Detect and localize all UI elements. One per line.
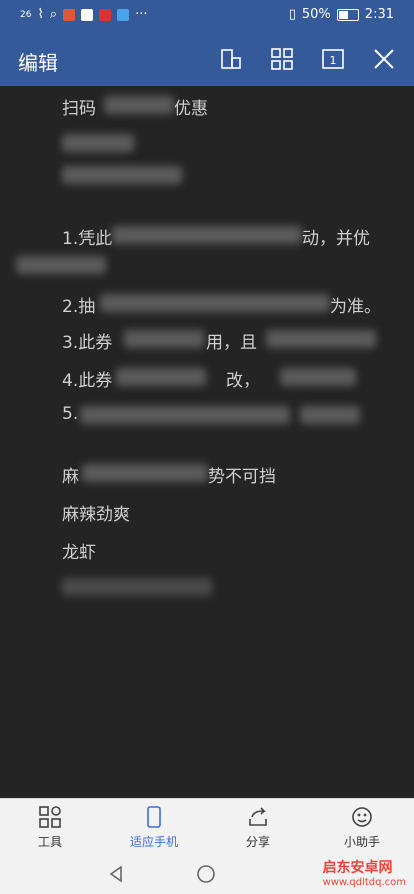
page-count-icon[interactable]: 1 — [320, 46, 346, 72]
fit-phone-button[interactable]: 适应手机 — [114, 799, 194, 855]
fit-phone-label: 适应手机 — [129, 835, 178, 849]
back-icon[interactable] — [106, 864, 126, 888]
system-nav-bar: 启东安卓网 www.qdltdq.com — [0, 855, 414, 894]
more-icon: ··· — [135, 7, 148, 22]
svg-text:1: 1 — [330, 54, 337, 67]
app-bar: 编辑 1 — [0, 32, 414, 86]
assistant-icon — [352, 807, 372, 827]
doc-line: 5. — [62, 404, 79, 424]
assistant-button[interactable]: 小助手 — [322, 799, 402, 855]
phone-icon — [147, 806, 161, 828]
doc-line: 1.凭此 — [62, 229, 113, 249]
app-icon-1 — [63, 8, 76, 21]
battery-icon — [336, 8, 359, 21]
doc-line: 麻 — [62, 467, 79, 487]
app-icon-3 — [99, 8, 112, 21]
vibrate-icon: ▯ — [288, 7, 296, 22]
signal-icon: 26 — [20, 9, 32, 20]
assistant-label: 小助手 — [343, 835, 380, 849]
search-icon: ⌕ — [49, 7, 58, 22]
doc-line: 2.抽 — [62, 297, 96, 317]
doc-line: 改， — [226, 371, 260, 391]
share-icon — [249, 807, 267, 826]
app-icon-2 — [81, 8, 94, 21]
doc-line: 用，且 — [206, 333, 257, 353]
clock: 2:31 — [364, 7, 394, 22]
doc-line: 扫码 — [62, 99, 96, 119]
tools-icon — [39, 806, 61, 828]
home-icon[interactable] — [196, 864, 216, 888]
document-view[interactable]: 扫码 优惠 1.凭此 动，并优 2.抽 为准。 3.此券 用，且 4.此券 改，… — [0, 86, 414, 798]
doc-line: 优惠 — [174, 99, 208, 119]
doc-line: 动，并优 — [302, 229, 370, 249]
app-icon-4 — [117, 8, 130, 21]
doc-line: 4.此券 — [62, 371, 113, 391]
close-icon[interactable] — [371, 46, 397, 72]
wifi-icon: ⌇ — [37, 7, 44, 22]
doc-line: 为准。 — [330, 297, 381, 317]
bottom-toolbar: 工具 适应手机 分享 小助手 — [0, 798, 414, 855]
tools-label: 工具 — [37, 835, 62, 849]
doc-line: 势不可挡 — [208, 467, 276, 487]
grid-icon[interactable] — [269, 46, 295, 72]
battery-text: 50% — [301, 7, 331, 22]
tools-button[interactable]: 工具 — [10, 799, 90, 855]
building-icon[interactable] — [218, 46, 244, 72]
status-bar: 26 ⌇ ⌕ ··· ▯ 50% 2:31 — [0, 0, 414, 32]
page-title: 编辑 — [18, 51, 58, 75]
share-button[interactable]: 分享 — [218, 799, 298, 855]
share-label: 分享 — [245, 835, 270, 849]
doc-line: 麻辣劲爽 — [62, 505, 130, 525]
doc-line: 3.此券 — [62, 333, 113, 353]
doc-line: 龙虾 — [62, 543, 96, 563]
watermark: 启东安卓网 www.qdltdq.com — [322, 860, 406, 888]
